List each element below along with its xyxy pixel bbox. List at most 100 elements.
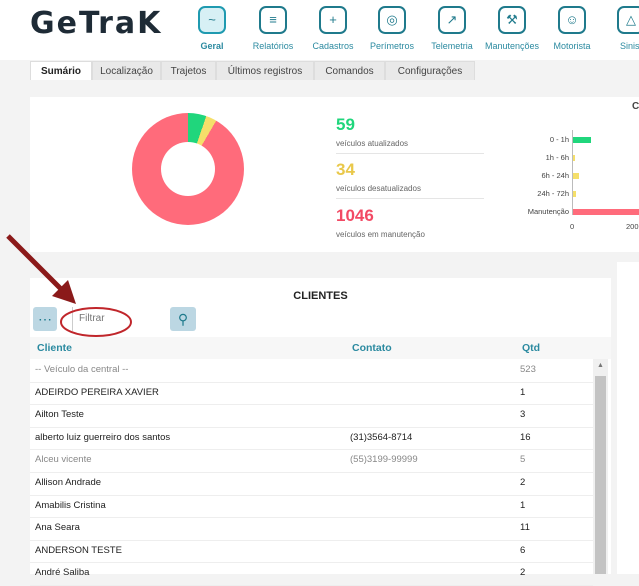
- column-cliente[interactable]: Cliente: [37, 337, 72, 359]
- table-scrollbar[interactable]: ▲: [593, 359, 608, 574]
- nav-label: Manutenções: [484, 41, 540, 51]
- more-options-button[interactable]: ⋯: [33, 307, 57, 331]
- cell-qtd: 16: [520, 431, 531, 443]
- nav-item-0[interactable]: ~ Geral: [181, 6, 243, 51]
- cell-cliente: ANDERSON TESTE: [35, 544, 122, 556]
- x-tick-label: 200: [626, 222, 639, 231]
- nav-label: Cadastros: [312, 41, 354, 51]
- bar-label: 6h - 24h: [541, 171, 569, 180]
- cell-qtd: 1: [520, 499, 526, 511]
- nav-item-7[interactable]: △ Sinist: [600, 6, 639, 51]
- bar-label: 1h - 6h: [545, 153, 569, 162]
- nav-item-5[interactable]: ⚒ Manutenções: [481, 6, 543, 51]
- cell-qtd: 2: [520, 477, 526, 488]
- nav-item-6[interactable]: ☺ Motorista: [541, 6, 603, 51]
- table-row[interactable]: André Saliba 2: [30, 562, 593, 586]
- tab-4[interactable]: Comandos: [314, 61, 385, 80]
- stat-outdated-label: veículos desatualizados: [336, 184, 421, 193]
- bar-label: 24h - 72h: [537, 189, 569, 198]
- nav-label: Sinist: [619, 41, 639, 51]
- cell-qtd: 5: [520, 454, 526, 466]
- cell-qtd: 6: [520, 544, 526, 556]
- cell-cliente: Ailton Teste: [35, 409, 84, 421]
- tab-1[interactable]: Localização: [92, 61, 161, 80]
- getrak-logo: GeTraK: [30, 6, 163, 41]
- search-button[interactable]: ⚲: [170, 307, 196, 331]
- stat-updated: 59 veículos atualizados: [336, 115, 486, 154]
- filter-input[interactable]: [72, 307, 170, 331]
- bar-mark: [573, 209, 639, 215]
- scroll-thumb[interactable]: [595, 376, 606, 574]
- tab-5[interactable]: Configurações: [385, 61, 475, 80]
- cell-contato: (55)3199-99999: [350, 454, 418, 466]
- nav-item-3[interactable]: ◎ Perímetros: [361, 6, 423, 51]
- scroll-up-icon[interactable]: ▲: [597, 362, 604, 369]
- bar-mark: [573, 191, 577, 197]
- table-row[interactable]: Ailton Teste 3: [30, 404, 593, 428]
- cell-contato: (31)3564-8714: [350, 431, 413, 443]
- table-row[interactable]: -- Veículo da central -- 523: [30, 359, 593, 383]
- driver-icon: ☺: [558, 6, 586, 34]
- wrench-icon: ⚒: [498, 6, 526, 34]
- cell-cliente: Alceu vicente: [35, 454, 92, 466]
- right-panel: [617, 262, 639, 574]
- table-row[interactable]: Ana Seara 11: [30, 517, 593, 541]
- stat-outdated: 34 veículos desatualizados: [336, 160, 486, 199]
- bar-mark: [573, 173, 579, 179]
- nav-item-2[interactable]: + Cadastros: [302, 6, 364, 51]
- cell-cliente: -- Veículo da central --: [35, 364, 129, 375]
- cell-cliente: alberto luiz guerreiro dos santos: [35, 431, 171, 443]
- tab-2[interactable]: Trajetos: [161, 61, 216, 80]
- clients-panel: CLIENTES ⋯ ⚲ Cliente Contato Qtd -- Veíc…: [30, 278, 611, 586]
- nav-label: Geral: [200, 41, 224, 51]
- tab-3[interactable]: Últimos registros: [216, 61, 314, 80]
- vehicle-status-donut: [132, 113, 244, 225]
- column-contato[interactable]: Contato: [352, 337, 392, 359]
- bar-label: Manutenção: [527, 207, 569, 216]
- stat-updated-value: 59: [336, 115, 355, 134]
- x-tick-label: 0: [570, 222, 575, 231]
- donut-hole: [161, 142, 215, 196]
- dashboard-icon: ~: [198, 6, 226, 34]
- bar-label: 0 - 1h: [549, 135, 569, 144]
- top-header: GeTraK ~ Geral ≡ Relatórios + Cadastros ◎ Perím…: [0, 0, 639, 60]
- report-icon: ≡: [259, 6, 287, 34]
- folder-add-icon: +: [319, 6, 347, 34]
- stat-maintenance-value: 1046: [336, 206, 374, 225]
- nav-label: Relatórios: [252, 41, 294, 51]
- divider: [336, 198, 484, 199]
- clients-title: CLIENTES: [293, 290, 348, 302]
- stat-updated-label: veículos atualizados: [336, 139, 409, 148]
- stat-outdated-value: 34: [336, 160, 355, 179]
- stat-maintenance-label: veículos em manutenção: [336, 230, 425, 239]
- nav-label: Telemetria: [431, 41, 473, 51]
- cell-qtd: 3: [520, 409, 526, 421]
- nav-item-1[interactable]: ≡ Relatórios: [242, 6, 304, 51]
- table-row[interactable]: ADEIRDO PEREIRA XAVIER 1: [30, 382, 593, 406]
- table-row[interactable]: Amabilis Cristina 1: [30, 495, 593, 519]
- stat-maintenance: 1046 veículos em manutenção: [336, 206, 486, 239]
- cell-cliente: ADEIRDO PEREIRA XAVIER: [35, 386, 159, 398]
- cell-qtd: 1: [520, 386, 526, 398]
- divider: [336, 153, 484, 154]
- cell-qtd: 523: [520, 364, 536, 375]
- table-row[interactable]: Allison Andrade 2: [30, 472, 593, 496]
- cell-cliente: Ana Seara: [35, 522, 80, 534]
- cell-cliente: Allison Andrade: [35, 477, 102, 488]
- nav-label: Motorista: [553, 41, 591, 51]
- bar-mark: [573, 155, 575, 161]
- alarm-icon: △: [617, 6, 639, 34]
- table-row[interactable]: alberto luiz guerreiro dos santos (31)356…: [30, 427, 593, 451]
- location-icon: ◎: [378, 6, 406, 34]
- table-row[interactable]: Alceu vicente (55)3199-99999 5: [30, 449, 593, 473]
- nav-label: Perímetros: [369, 41, 414, 51]
- cell-qtd: 11: [520, 522, 530, 534]
- compass-icon: ↗: [438, 6, 466, 34]
- bar-chart-title-partial: C: [632, 101, 639, 112]
- nav-item-4[interactable]: ↗ Telemetria: [421, 6, 483, 51]
- tab-0[interactable]: Sumário: [30, 61, 92, 80]
- column-qtd[interactable]: Qtd: [522, 337, 540, 359]
- table-row[interactable]: ANDERSON TESTE 6: [30, 540, 593, 564]
- cell-cliente: Amabilis Cristina: [35, 499, 106, 511]
- bar-mark: [573, 137, 591, 143]
